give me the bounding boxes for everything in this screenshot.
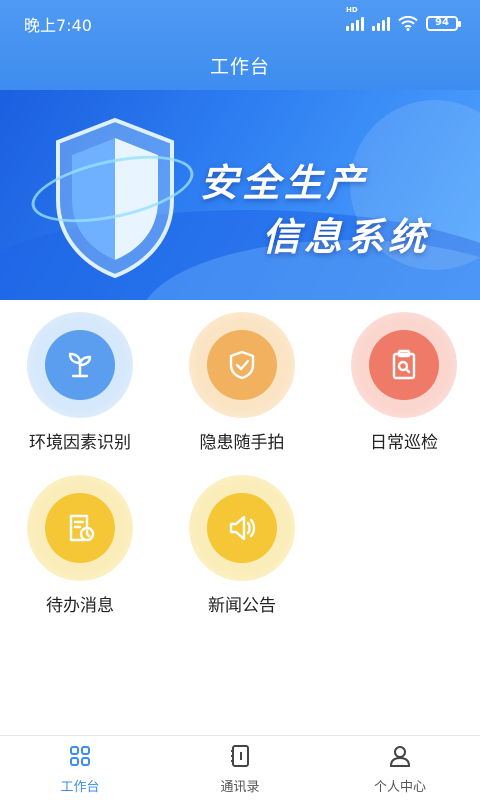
person-icon [389, 746, 411, 767]
signal-icon [372, 15, 390, 31]
tile-label: 日常巡检 [370, 433, 438, 453]
nav-item-profile[interactable]: 个人中心 [320, 744, 480, 796]
tile-icon-ring [27, 312, 133, 418]
speaker-icon [207, 493, 277, 563]
banner-title-line1: 安全生产 [200, 161, 369, 205]
nav-item-contacts[interactable]: 通讯录 [160, 744, 320, 796]
contacts-book-icon [231, 745, 249, 767]
nav-label: 工作台 [60, 780, 100, 795]
nav-item-workbench[interactable]: 工作台 [0, 744, 160, 796]
bottom-nav: 工作台 通讯录 个人中心 [0, 735, 480, 800]
page-title: 工作台 [209, 56, 270, 78]
tile-icon-ring [189, 312, 295, 418]
status-icons: HD 94 [346, 6, 461, 34]
clipboard-search-icon [369, 330, 439, 400]
tile-label: 待办消息 [46, 596, 114, 616]
banner[interactable]: 安全生产 信息系统 [0, 90, 480, 300]
document-clock-icon [45, 493, 115, 563]
battery-icon: 94 [426, 15, 461, 31]
tile-label: 新闻公告 [208, 596, 276, 616]
wifi-icon [398, 15, 418, 31]
tile-hazard-photo[interactable]: 隐患随手拍 [172, 312, 312, 462]
nav-label: 通讯录 [220, 780, 260, 795]
app-header: 晚上7:40 HD 94 工作台 [0, 0, 480, 90]
status-time: 晚上7:40 [24, 16, 92, 35]
tile-icon-ring [351, 312, 457, 418]
grid-icon [70, 746, 90, 766]
nav-label: 个人中心 [373, 780, 426, 795]
banner-title-line2: 信息系统 [262, 215, 431, 259]
tile-icon-ring [189, 475, 295, 581]
plant-icon [45, 330, 115, 400]
tile-environment-factor[interactable]: 环境因素识别 [10, 312, 150, 462]
battery-level: 94 [435, 17, 449, 28]
tile-daily-inspection[interactable]: 日常巡检 [334, 312, 474, 462]
tile-todo-messages[interactable]: 待办消息 [10, 475, 150, 625]
tile-icon-ring [27, 475, 133, 581]
status-bar: 晚上7:40 HD 94 [0, 0, 480, 44]
tile-label: 隐患随手拍 [199, 433, 285, 453]
signal-hd-icon: HD [346, 6, 364, 31]
tile-news-announcement[interactable]: 新闻公告 [172, 475, 312, 625]
tile-label: 环境因素识别 [29, 433, 131, 453]
shield-check-icon [207, 330, 277, 400]
